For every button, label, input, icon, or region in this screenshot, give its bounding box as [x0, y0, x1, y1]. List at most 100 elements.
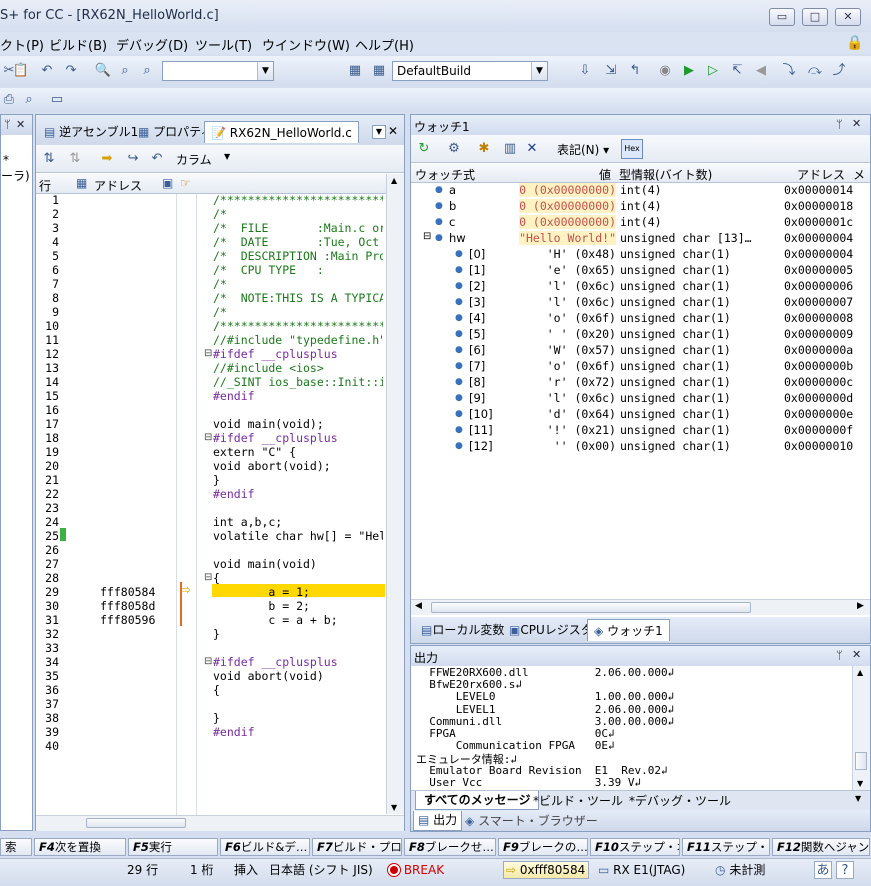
tab-list-icon[interactable]: ▼ [372, 125, 386, 139]
watch-row[interactable]: ⊟ ● hw "Hello World!" unsigned char [13]… 0x0… [415, 231, 855, 247]
jump-icon[interactable]: ↪ [124, 150, 142, 168]
download-icon[interactable]: ⇩ [576, 62, 594, 80]
code-line[interactable]: b = 2; [213, 599, 383, 613]
watch-row[interactable]: ● [0] 'H' (0x48) unsigned char(1) 0x00000004 [415, 247, 855, 263]
preview-icon[interactable]: ⌕ [20, 91, 38, 109]
code-line[interactable]: /*************************** [213, 319, 383, 333]
connect-icon[interactable]: ⇲ [602, 62, 620, 80]
tree-item[interactable]: ーラ) [1, 167, 30, 184]
rebuild-icon[interactable]: ▦ [370, 62, 388, 80]
tab-source[interactable]: 📝 RX62N_HelloWorld.c [204, 121, 359, 143]
fkey-button[interactable]: F6ビルド&デ… [220, 838, 310, 856]
stop-icon[interactable]: ◉ [656, 62, 674, 80]
menu-help[interactable]: ヘルプ(H) [355, 35, 414, 54]
fold-icon[interactable]: ⊟ [204, 348, 212, 359]
pin-icon[interactable]: ᛘ [836, 649, 843, 662]
code-line[interactable]: //_SINT ios_base::Init::ini [213, 375, 383, 389]
tab-cpu-registers[interactable]: ▣CPUレジスタ [503, 619, 599, 641]
scroll-left-icon[interactable]: ◀ [415, 601, 422, 611]
watch-row[interactable]: ● [9] 'l' (0x6c) unsigned char(1) 0x0000000d [415, 391, 855, 407]
find-next-icon[interactable]: ⌕ [116, 62, 134, 80]
close-button[interactable]: ✕ [835, 8, 861, 26]
fkey-button[interactable]: F5実行 [128, 838, 218, 856]
code-line[interactable]: //#include <ios> [213, 361, 383, 375]
help-icon[interactable]: ? [836, 861, 854, 879]
menu-build[interactable]: ビルド(B) [49, 35, 107, 54]
scroll-down-icon[interactable]: ▼ [857, 779, 863, 788]
code-line[interactable]: #endif [213, 725, 383, 739]
close-icon[interactable]: ✕ [852, 117, 861, 130]
scroll-thumb[interactable] [431, 602, 751, 613]
tab-disassembly[interactable]: ▤ 逆アセンブル1 [38, 121, 144, 143]
code-line[interactable]: int a,b,c; [213, 515, 383, 529]
code-line[interactable]: /* FILE :Main.c or [213, 221, 383, 235]
code-line[interactable]: } [213, 711, 383, 725]
close-tab-icon[interactable]: ✕ [388, 124, 398, 138]
fold-icon[interactable]: ⊟ [204, 572, 212, 583]
code-line[interactable]: /* CPU TYPE : [213, 263, 383, 277]
editor-vscrollbar[interactable]: ▲ ▼ [386, 174, 404, 814]
close-icon[interactable]: ✕ [16, 118, 25, 131]
step-icon[interactable]: ↸ [728, 62, 746, 80]
window-icon[interactable]: ▭ [48, 91, 66, 109]
code-line[interactable]: } [213, 627, 383, 641]
code-line[interactable]: #ifdef __cplusplus [213, 655, 383, 669]
chevron-down-icon[interactable]: ▼ [855, 794, 861, 803]
code-line[interactable]: /* NOTE:THIS IS A TYPICAL [213, 291, 383, 305]
tab-output[interactable]: ▤ 出力 [413, 811, 463, 831]
code-line[interactable]: //#include "typedefine.h" [213, 333, 383, 347]
watch-hscrollbar[interactable]: ◀ ▶ [411, 599, 870, 615]
code-line[interactable]: void abort(void); [213, 459, 383, 473]
build-config-select[interactable]: DefaultBuild ▼ [392, 61, 548, 81]
ime-icon[interactable]: あ [814, 861, 832, 879]
scroll-down-icon[interactable]: ▼ [391, 803, 397, 812]
scroll-right-icon[interactable]: ▶ [857, 601, 864, 611]
pin-icon[interactable]: ᛘ [4, 118, 11, 131]
scroll-thumb[interactable] [86, 818, 186, 828]
watch-row[interactable]: ● b 0 (0x00000000) int(4) 0x00000018 [415, 199, 855, 215]
fkey-button[interactable]: 索 [0, 838, 32, 856]
watch-row[interactable]: ● [3] 'l' (0x6c) unsigned char(1) 0x00000007 [415, 295, 855, 311]
sync-icon[interactable]: ⇅ [40, 150, 58, 168]
go-icon[interactable]: ▶ [680, 62, 698, 80]
code-line[interactable]: { [213, 571, 383, 585]
undo-icon[interactable]: ↶ [38, 62, 56, 80]
refresh-icon[interactable]: ↻ [415, 140, 433, 158]
scroll-thumb[interactable] [855, 752, 867, 770]
code-line[interactable]: { [213, 683, 383, 697]
status-pc[interactable]: ⇨ 0xfff80584 [503, 861, 589, 879]
build-icon[interactable]: ▦ [346, 62, 364, 80]
find-prev-icon[interactable]: ⌕ [138, 62, 156, 80]
tab-build-tool[interactable]: *ビルド・ツール [533, 792, 623, 810]
print-icon[interactable]: ⎙ [0, 91, 18, 109]
fkey-button[interactable]: F9ブレークの… [498, 838, 588, 856]
redo-icon[interactable]: ↷ [62, 62, 80, 80]
minimize-button[interactable]: ▭ [769, 8, 795, 26]
code-line[interactable]: void main(void); [213, 417, 383, 431]
fold-icon[interactable]: ⊟ [204, 432, 212, 443]
watch-row[interactable]: ● [4] 'o' (0x6f) unsigned char(1) 0x00000008 [415, 311, 855, 327]
code-line[interactable]: #ifdef __cplusplus [213, 347, 383, 361]
close-icon[interactable]: ✕ [852, 648, 861, 661]
code-line[interactable]: #ifdef __cplusplus [213, 431, 383, 445]
pin-icon[interactable]: ᛘ [836, 118, 843, 131]
code-line[interactable]: void main(void) [213, 557, 383, 571]
menu-debug[interactable]: デバッグ(D) [116, 35, 188, 54]
settings-icon[interactable]: ⚙ [445, 140, 463, 158]
column-menu[interactable]: カラム [176, 151, 212, 168]
watch-row[interactable]: ● [5] ' ' (0x20) unsigned char(1) 0x00000009 [415, 327, 855, 343]
search-combo[interactable]: ▼ [162, 61, 274, 81]
fkey-button[interactable]: F8ブレークせ… [404, 838, 496, 856]
notation-menu[interactable]: 表記(N) ▾ [557, 141, 609, 158]
menu-window[interactable]: ウインドウ(W) [262, 35, 350, 54]
step-back-icon[interactable]: ◀ [752, 62, 770, 80]
watch-row[interactable]: ● [6] 'W' (0x57) unsigned char(1) 0x0000000a [415, 343, 855, 359]
paste-icon[interactable]: 📋 [12, 62, 30, 80]
tree-item[interactable]: * [3, 153, 9, 167]
fold-icon[interactable]: ⊟ [204, 656, 212, 667]
watch-row[interactable]: ● c 0 (0x00000000) int(4) 0x0000001c [415, 215, 855, 231]
scroll-up-icon[interactable]: ▲ [857, 668, 863, 677]
tab-local-vars[interactable]: ▤ローカル変数 [415, 619, 510, 641]
code-line[interactable]: /* DATE :Tue, Oct 3 [213, 235, 383, 249]
code-line[interactable]: void abort(void) [213, 669, 383, 683]
